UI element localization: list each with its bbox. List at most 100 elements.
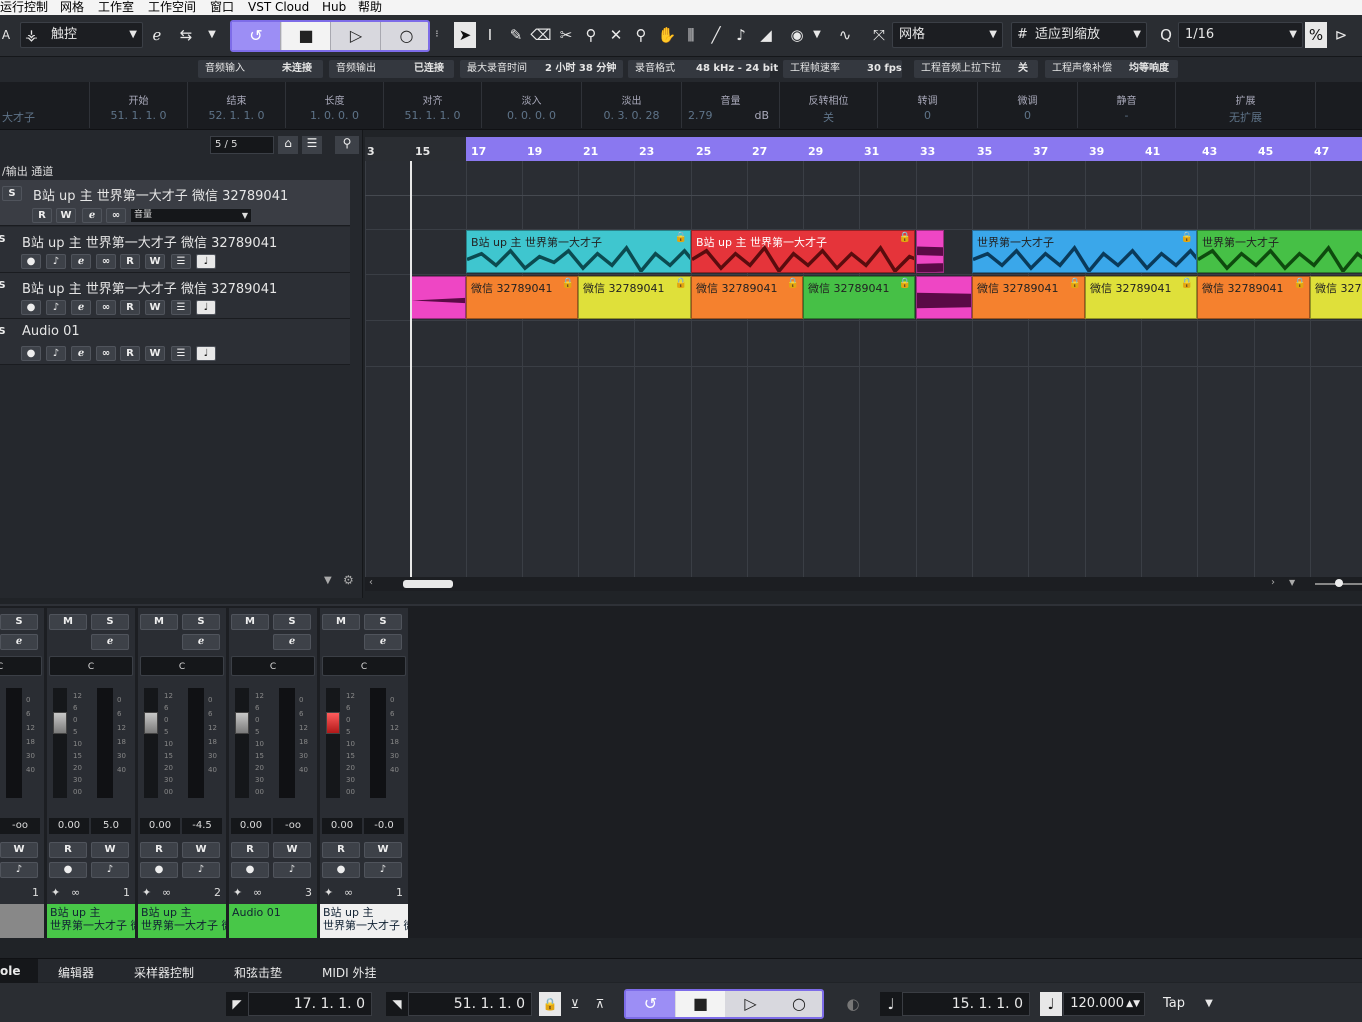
volume-value[interactable]: 0.00 xyxy=(231,818,271,834)
pan-readout[interactable]: -4.5 xyxy=(182,818,222,834)
audio-event[interactable]: 世界第一大才子 🔒 xyxy=(972,230,1197,273)
monitor-icon[interactable]: ♪ xyxy=(46,300,66,315)
cycle-icon[interactable]: ↺ xyxy=(232,22,281,50)
musical-mode-icon[interactable]: ♩ xyxy=(196,254,216,269)
channel-name[interactable]: In xyxy=(0,904,44,938)
quantize-icon[interactable]: Q xyxy=(1155,22,1177,48)
link-icon[interactable]: ∞ xyxy=(96,254,116,269)
stepper-icon[interactable]: ▲▼ xyxy=(1126,993,1140,1015)
pan-control[interactable]: C xyxy=(140,656,224,676)
pan-control[interactable]: C xyxy=(231,656,315,676)
write-button[interactable]: W xyxy=(182,842,220,858)
record-enable-icon[interactable]: ● xyxy=(231,862,269,878)
timewarp-tool-icon[interactable]: ⫼ xyxy=(680,22,702,48)
pencil-tool-icon[interactable]: ✎ xyxy=(505,22,527,48)
volume-value[interactable]: 0.00 xyxy=(322,818,362,834)
musical-mode-icon[interactable]: ♩ xyxy=(196,300,216,315)
project-frame-rate[interactable]: 工程帧速率 30 fps xyxy=(783,60,902,78)
audio-event[interactable]: B站 up 主 世界第一大才子 🔒 xyxy=(691,230,915,273)
menu-studio[interactable]: 工作室 xyxy=(98,0,134,14)
track-row[interactable]: S B站 up 主 世界第一大才子 微信 32789041 ● ♪ ℯ ∞ R … xyxy=(0,227,350,273)
solo-button[interactable]: S xyxy=(91,614,129,630)
prop-length[interactable]: 长度 1. 0. 0. 0 xyxy=(286,82,384,128)
metronome-icon[interactable]: ♩ xyxy=(880,992,902,1016)
track-row[interactable]: S B站 up 主 世界第一大才子 微信 32789041 R W ℯ ∞ 音量… xyxy=(0,180,350,226)
project-pull-up-down[interactable]: 工程音频上拉下拉 关 xyxy=(914,60,1038,78)
audio-event[interactable]: 世界第一大才子 xyxy=(1197,230,1362,273)
read-button[interactable]: R xyxy=(32,208,52,223)
mute-button[interactable]: M xyxy=(49,614,87,630)
tab-chord-pads[interactable]: 和弦击垫 xyxy=(234,964,282,981)
fader-handle[interactable] xyxy=(53,712,67,734)
audio-event[interactable]: 微信 32789041 🔒 xyxy=(578,276,691,319)
fader-handle[interactable] xyxy=(326,712,340,734)
position-field[interactable]: 15. 1. 1. 0 xyxy=(902,992,1030,1016)
solo-button[interactable]: S xyxy=(0,325,12,340)
cycle-range[interactable]: 17 19 21 23 25 27 29 31 33 35 37 39 41 4… xyxy=(466,137,1362,161)
volume-value[interactable]: 0.00 xyxy=(49,818,89,834)
record-format[interactable]: 录音格式 48 kHz - 24 bit xyxy=(628,60,778,78)
monitor-icon[interactable]: ♪ xyxy=(182,862,220,878)
fader-handle[interactable] xyxy=(235,712,249,734)
mute-tool-icon[interactable]: ✕ xyxy=(605,22,627,48)
tab-midi-remote[interactable]: MIDI 外挂 xyxy=(322,964,377,981)
solo-button[interactable]: S xyxy=(0,233,12,248)
record-enable-icon[interactable]: ● xyxy=(21,254,41,269)
channel-name[interactable]: B站 up 主 世界第一大才子 微 xyxy=(47,904,135,938)
record-enable-icon[interactable]: ● xyxy=(140,862,178,878)
quantize-apply-icon[interactable]: ⊳ xyxy=(1330,22,1352,48)
comment-icon[interactable]: ◉ xyxy=(786,22,808,48)
write-button[interactable]: W xyxy=(145,300,165,315)
mute-button[interactable]: M xyxy=(322,614,360,630)
audio-event[interactable]: 微信 32789041 🔒 xyxy=(1197,276,1310,319)
monitor-icon[interactable]: ♪ xyxy=(273,862,311,878)
prop-snap[interactable]: 对齐 51. 1. 1. 0 xyxy=(384,82,482,128)
record-enable-icon[interactable]: ● xyxy=(21,346,41,361)
menu-transport[interactable]: 运行控制 xyxy=(0,0,48,14)
color-tool-icon[interactable]: ◢ xyxy=(755,22,777,48)
read-button[interactable]: R xyxy=(231,842,269,858)
track-row[interactable]: S Audio 01 ● ♪ ℯ ∞ R W ☰ ♩ xyxy=(0,319,350,365)
chevron-right-icon[interactable]: › xyxy=(1271,577,1275,588)
prop-extension[interactable]: 扩展 无扩展 xyxy=(1176,82,1316,128)
chevron-down-icon[interactable]: ▼ xyxy=(1198,992,1220,1016)
menu-help[interactable]: 帮助 xyxy=(358,0,382,14)
tempo-field[interactable]: 120.000 ▲▼ xyxy=(1063,992,1145,1016)
audio-event[interactable] xyxy=(411,276,466,319)
pan-control[interactable]: C xyxy=(49,656,133,676)
play-icon[interactable]: ▷ xyxy=(332,22,381,50)
fader-handle[interactable] xyxy=(144,712,158,734)
pan-control[interactable]: C xyxy=(0,656,42,676)
channel-name[interactable]: B站 up 主 世界第一大才子 微 xyxy=(138,904,226,938)
menu-vst-cloud[interactable]: VST Cloud xyxy=(248,0,309,14)
read-button[interactable]: R xyxy=(49,842,87,858)
max-record-time[interactable]: 最大录音时间 2 小时 38 分钟 xyxy=(460,60,623,78)
list-icon[interactable]: ☰ xyxy=(302,136,322,154)
link-icon[interactable]: ∞ xyxy=(106,208,126,223)
write-button[interactable]: W xyxy=(364,842,402,858)
write-button[interactable]: W xyxy=(0,842,38,858)
audio-event[interactable] xyxy=(916,276,972,319)
write-button[interactable]: W xyxy=(91,842,129,858)
chevron-down-icon[interactable]: ▼ xyxy=(806,22,828,48)
pan-control[interactable]: C xyxy=(322,656,406,676)
volume-fader[interactable] xyxy=(235,688,249,798)
edit-icon[interactable]: ℯ xyxy=(82,208,102,223)
routing-icon[interactable]: ✦ xyxy=(233,886,242,899)
lock-icon[interactable]: 🔒 xyxy=(539,992,561,1016)
pan-readout[interactable]: -oo xyxy=(0,818,40,834)
monitor-icon[interactable]: ♪ xyxy=(0,862,38,878)
audio-event[interactable]: 微信 32789041 🔒 xyxy=(803,276,915,319)
prop-invert-phase[interactable]: 反转相位关 xyxy=(780,82,878,128)
quantize-mode-select[interactable]: # 适应到缩放 ▼ xyxy=(1011,22,1147,48)
write-button[interactable]: W xyxy=(145,346,165,361)
prop-start[interactable]: 开始 51. 1. 1. 0 xyxy=(90,82,188,128)
quantize-value-select[interactable]: 1/16 ▼ xyxy=(1178,22,1303,48)
chevron-down-icon[interactable]: ▼ xyxy=(324,575,332,586)
tap-tempo-button[interactable]: Tap xyxy=(1150,992,1198,1016)
audio-event[interactable] xyxy=(916,230,944,273)
left-locator-icon[interactable]: ◤ xyxy=(226,992,248,1016)
link-icon[interactable]: ∞ xyxy=(71,886,80,899)
glue-tool-icon[interactable]: ⚲ xyxy=(580,22,602,48)
edit-icon[interactable]: ℯ xyxy=(0,634,38,650)
